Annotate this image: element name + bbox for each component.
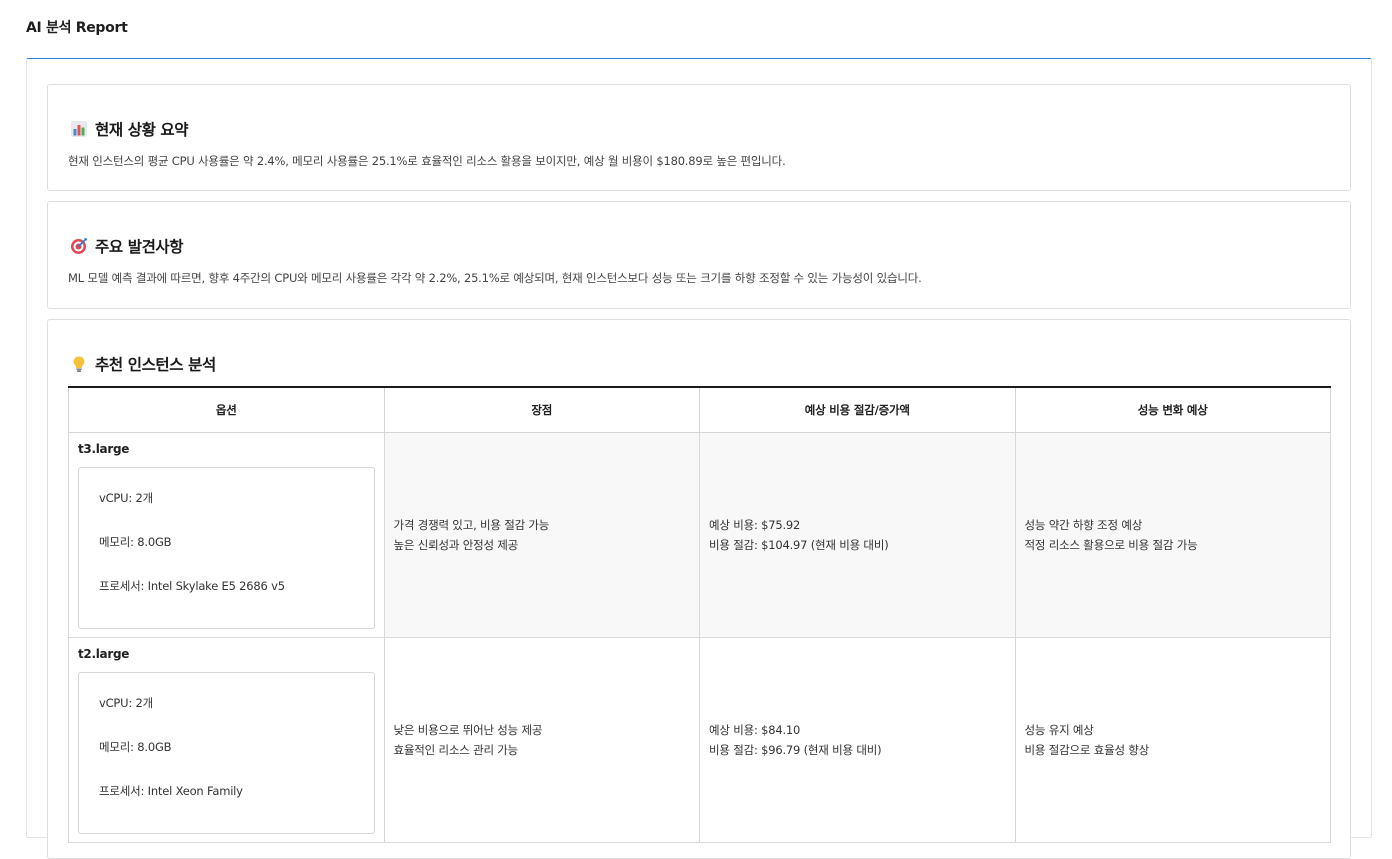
performance-line: 성능 약간 하향 조정 예상 (1024, 517, 1143, 532)
findings-header: 주요 발견사항 (70, 235, 184, 257)
option-cell: t3.large vCPU: 2개 메모리: 8.0GB 프로세서: Intel… (68, 431, 385, 638)
performance-cell: 성능 유지 예상 비용 절감으로 효율성 향상 (1014, 636, 1331, 843)
findings-section: 주요 발견사항 ML 모델 예측 결과에 따르면, 향후 4주간의 CPU와 메… (47, 201, 1351, 309)
summary-title: 현재 상황 요약 (95, 121, 189, 139)
recommendation-table: 옵션 장점 예상 비용 절감/증가액 성능 변화 예상 t3.large vCP… (68, 386, 1331, 843)
column-header-cost: 예상 비용 절감/증가액 (699, 387, 1016, 433)
performance-cell: 성능 약간 하향 조정 예상 적정 리소스 활용으로 비용 절감 가능 (1014, 431, 1331, 638)
summary-header: 현재 상황 요약 (70, 118, 189, 140)
instance-name: t2.large (78, 646, 130, 661)
cost-cell: 예상 비용: $84.10 비용 절감: $96.79 (현재 비용 대비) (699, 636, 1016, 843)
performance-line: 적정 리소스 활용으로 비용 절감 가능 (1024, 537, 1198, 552)
cost-cell: 예상 비용: $75.92 비용 절감: $104.97 (현재 비용 대비) (699, 431, 1016, 638)
spec-processor: 프로세서: Intel Xeon Family (99, 783, 243, 798)
summary-text: 현재 인스턴스의 평균 CPU 사용률은 약 2.4%, 메모리 사용률은 25… (68, 154, 786, 168)
cost-line: 비용 절감: $96.79 (현재 비용 대비) (709, 742, 882, 757)
spec-box: vCPU: 2개 메모리: 8.0GB 프로세서: Intel Skylake … (78, 466, 375, 629)
cost-line: 예상 비용: $75.92 (709, 517, 801, 532)
report-panel: 현재 상황 요약 현재 인스턴스의 평균 CPU 사용률은 약 2.4%, 메모… (26, 58, 1372, 859)
cost-line: 예상 비용: $84.10 (709, 722, 801, 737)
findings-text: ML 모델 예측 결과에 따르면, 향후 4주간의 CPU와 메모리 사용률은 … (68, 271, 922, 285)
cost-line: 비용 절감: $104.97 (현재 비용 대비) (709, 537, 889, 552)
spec-memory: 메모리: 8.0GB (99, 739, 172, 754)
spec-box: vCPU: 2개 메모리: 8.0GB 프로세서: Intel Xeon Fam… (78, 671, 375, 834)
performance-line: 성능 유지 예상 (1024, 722, 1094, 737)
findings-title: 주요 발견사항 (95, 238, 184, 256)
page-title: AI 분석 Report (26, 20, 128, 36)
table-header-row: 옵션 장점 예상 비용 절감/증가액 성능 변화 예상 (68, 387, 1331, 433)
instance-name: t3.large (78, 441, 130, 456)
target-icon (71, 238, 88, 254)
table-row: t2.large vCPU: 2개 메모리: 8.0GB 프로세서: Intel… (68, 636, 1331, 843)
recommend-section: 추천 인스턴스 분석 옵션 장점 예상 비용 절감/증가액 성능 변화 예상 t… (47, 319, 1351, 859)
table-row: t3.large vCPU: 2개 메모리: 8.0GB 프로세서: Intel… (68, 431, 1331, 638)
column-header-performance: 성능 변화 예상 (1014, 387, 1331, 433)
pros-line: 높은 신뢰성과 안정성 제공 (393, 537, 519, 552)
pros-line: 가격 경쟁력 있고, 비용 절감 가능 (393, 517, 550, 532)
bar-chart-icon (71, 121, 87, 137)
recommend-title: 추천 인스턴스 분석 (95, 356, 216, 374)
pros-line: 효율적인 리소스 관리 가능 (393, 742, 519, 757)
column-header-pros: 장점 (383, 387, 700, 433)
spec-processor: 프로세서: Intel Skylake E5 2686 v5 (99, 578, 285, 593)
recommend-header: 추천 인스턴스 분석 (70, 353, 216, 375)
pros-cell: 가격 경쟁력 있고, 비용 절감 가능 높은 신뢰성과 안정성 제공 (383, 431, 700, 638)
summary-section: 현재 상황 요약 현재 인스턴스의 평균 CPU 사용률은 약 2.4%, 메모… (47, 84, 1351, 191)
column-header-option: 옵션 (68, 387, 385, 433)
spec-vcpu: vCPU: 2개 (99, 490, 154, 505)
performance-line: 비용 절감으로 효율성 향상 (1024, 742, 1150, 757)
pros-cell: 낮은 비용으로 뛰어난 성능 제공 효율적인 리소스 관리 가능 (383, 636, 700, 843)
lightbulb-icon (73, 356, 85, 372)
option-cell: t2.large vCPU: 2개 메모리: 8.0GB 프로세서: Intel… (68, 636, 385, 843)
spec-memory: 메모리: 8.0GB (99, 534, 172, 549)
spec-vcpu: vCPU: 2개 (99, 695, 154, 710)
pros-line: 낮은 비용으로 뛰어난 성능 제공 (393, 722, 543, 737)
